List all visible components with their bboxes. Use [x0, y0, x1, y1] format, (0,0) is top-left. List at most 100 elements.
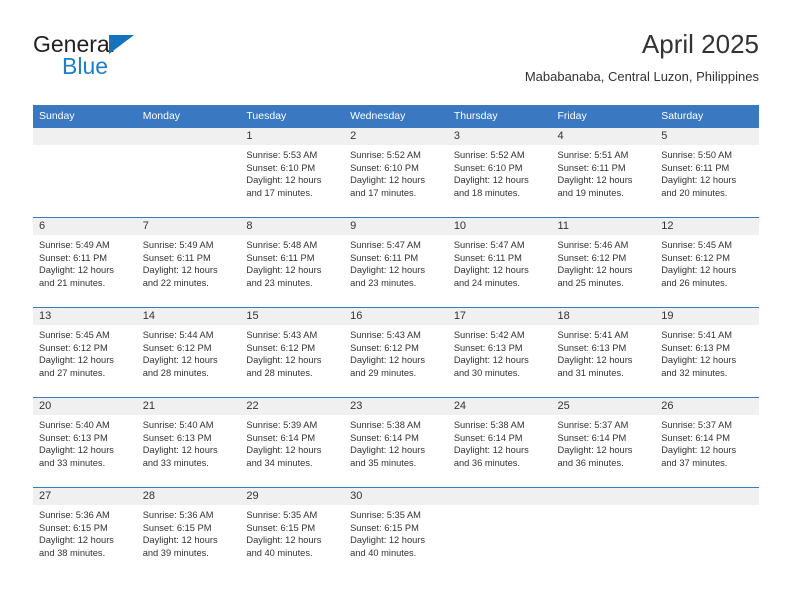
day-cell-inner: 11 Sunrise: 5:46 AM Sunset: 6:12 PM Dayligh…	[551, 218, 656, 307]
general-blue-logo[interactable]: General Blue	[33, 32, 253, 88]
calendar-day-cell[interactable]: 21 Sunrise: 5:40 AM Sunset: 6:13 PM Dayligh…	[136, 397, 241, 488]
day-info-line: Sunset: 6:13 PM	[39, 432, 108, 443]
calendar-empty-cell	[551, 487, 656, 577]
calendar-day-cell[interactable]: 11 Sunrise: 5:46 AM Sunset: 6:12 PM Dayligh…	[551, 217, 656, 308]
calendar-day-cell[interactable]: 1 Sunrise: 5:53 AM Sunset: 6:10 PM Daylight…	[240, 127, 345, 218]
calendar-day-cell[interactable]: 22 Sunrise: 5:39 AM Sunset: 6:14 PM Dayligh…	[240, 397, 345, 488]
day-cell-inner: 21 Sunrise: 5:40 AM Sunset: 6:13 PM Dayligh…	[136, 398, 241, 487]
day-info-line: Daylight: 12 hours	[246, 175, 322, 186]
day-sun-info: Sunrise: 5:36 AM Sunset: 6:15 PM Daylight:…	[33, 505, 137, 559]
day-info-line: Daylight: 12 hours	[142, 265, 218, 276]
calendar-day-cell[interactable]: 19 Sunrise: 5:41 AM Sunset: 6:13 PM Dayligh…	[655, 307, 759, 398]
day-info-line: and 22 minutes.	[142, 277, 209, 288]
day-sun-info: Sunrise: 5:43 AM Sunset: 6:12 PM Daylight:…	[344, 325, 448, 379]
day-info-line: and 28 minutes.	[142, 367, 209, 378]
day-info-line: and 20 minutes.	[661, 187, 728, 198]
day-number: 11	[551, 218, 656, 235]
day-info-line: and 36 minutes.	[453, 457, 520, 468]
calendar-day-cell[interactable]: 17 Sunrise: 5:42 AM Sunset: 6:13 PM Dayligh…	[447, 307, 552, 398]
day-info-line: Sunrise: 5:39 AM	[246, 420, 318, 430]
day-number: 30	[344, 488, 448, 505]
calendar-day-cell[interactable]: 30 Sunrise: 5:35 AM Sunset: 6:15 PM Dayligh…	[344, 487, 448, 577]
day-number: 10	[447, 218, 552, 235]
calendar-day-cell[interactable]: 23 Sunrise: 5:38 AM Sunset: 6:14 PM Dayligh…	[344, 397, 448, 488]
day-info-line: Sunrise: 5:40 AM	[39, 420, 110, 430]
day-info-line: and 19 minutes.	[557, 187, 624, 198]
day-info-line: and 25 minutes.	[557, 277, 624, 288]
calendar-day-cell[interactable]: 2 Sunrise: 5:52 AM Sunset: 6:10 PM Daylight…	[344, 127, 448, 218]
day-info-line: Sunset: 6:12 PM	[246, 342, 316, 353]
day-info-line: and 28 minutes.	[246, 367, 313, 378]
calendar-day-cell[interactable]: 20 Sunrise: 5:40 AM Sunset: 6:13 PM Dayligh…	[33, 397, 137, 488]
calendar-day-cell[interactable]: 9 Sunrise: 5:47 AM Sunset: 6:11 PM Daylight…	[344, 217, 448, 308]
calendar-day-cell[interactable]: 5 Sunrise: 5:50 AM Sunset: 6:11 PM Daylight…	[655, 127, 759, 218]
day-sun-info: Sunrise: 5:37 AM Sunset: 6:14 PM Daylight:…	[655, 415, 759, 469]
day-sun-info: Sunrise: 5:51 AM Sunset: 6:11 PM Daylight:…	[552, 145, 656, 199]
calendar-day-cell[interactable]: 27 Sunrise: 5:36 AM Sunset: 6:15 PM Dayligh…	[33, 487, 137, 577]
day-info-line: Sunset: 6:14 PM	[557, 432, 627, 443]
day-info-line: Sunrise: 5:43 AM	[246, 330, 318, 340]
calendar-day-cell[interactable]: 8 Sunrise: 5:48 AM Sunset: 6:11 PM Daylight…	[240, 217, 345, 308]
day-number	[33, 128, 137, 145]
day-info-line: Sunset: 6:12 PM	[661, 252, 730, 263]
calendar-day-cell[interactable]: 14 Sunrise: 5:44 AM Sunset: 6:12 PM Dayligh…	[136, 307, 241, 398]
day-number: 16	[344, 308, 448, 325]
day-info-line: Sunset: 6:11 PM	[39, 252, 108, 263]
day-number: 6	[33, 218, 137, 235]
day-info-line: and 33 minutes.	[39, 457, 106, 468]
calendar-day-cell[interactable]: 15 Sunrise: 5:43 AM Sunset: 6:12 PM Dayligh…	[240, 307, 345, 398]
day-sun-info	[655, 505, 759, 509]
calendar-day-cell[interactable]: 10 Sunrise: 5:47 AM Sunset: 6:11 PM Dayligh…	[447, 217, 552, 308]
day-info-line: and 23 minutes.	[350, 277, 417, 288]
calendar-day-cell[interactable]: 25 Sunrise: 5:37 AM Sunset: 6:14 PM Dayligh…	[551, 397, 656, 488]
calendar-day-cell[interactable]: 12 Sunrise: 5:45 AM Sunset: 6:12 PM Dayligh…	[655, 217, 759, 308]
day-info-line: Sunrise: 5:37 AM	[661, 420, 733, 430]
day-sun-info: Sunrise: 5:52 AM Sunset: 6:10 PM Daylight:…	[344, 145, 448, 199]
calendar-page: General Blue April 2025 Mababanaba, Cent…	[0, 0, 792, 612]
day-info-line: Sunset: 6:12 PM	[39, 342, 108, 353]
day-sun-info: Sunrise: 5:47 AM Sunset: 6:11 PM Daylight:…	[344, 235, 448, 289]
day-sun-info: Sunrise: 5:41 AM Sunset: 6:13 PM Daylight:…	[552, 325, 656, 379]
day-info-line: and 21 minutes.	[39, 277, 106, 288]
day-info-line: Daylight: 12 hours	[661, 355, 737, 366]
day-info-line: and 38 minutes.	[39, 547, 106, 558]
day-sun-info: Sunrise: 5:52 AM Sunset: 6:10 PM Daylight:…	[448, 145, 552, 199]
day-cell-inner: 1 Sunrise: 5:53 AM Sunset: 6:10 PM Daylight…	[240, 128, 345, 217]
day-number	[136, 128, 241, 145]
day-sun-info	[552, 505, 656, 509]
calendar-day-cell[interactable]: 6 Sunrise: 5:49 AM Sunset: 6:11 PM Daylight…	[33, 217, 137, 308]
calendar-day-cell[interactable]: 24 Sunrise: 5:38 AM Sunset: 6:14 PM Dayligh…	[447, 397, 552, 488]
calendar-day-cell[interactable]: 16 Sunrise: 5:43 AM Sunset: 6:12 PM Dayligh…	[344, 307, 448, 398]
calendar-day-cell[interactable]: 18 Sunrise: 5:41 AM Sunset: 6:13 PM Dayligh…	[551, 307, 656, 398]
day-number: 4	[551, 128, 656, 145]
day-info-line: Daylight: 12 hours	[350, 265, 426, 276]
calendar-day-cell[interactable]: 13 Sunrise: 5:45 AM Sunset: 6:12 PM Dayligh…	[33, 307, 137, 398]
day-cell-inner: 8 Sunrise: 5:48 AM Sunset: 6:11 PM Daylight…	[240, 218, 345, 307]
day-number: 1	[240, 128, 345, 145]
calendar-day-cell[interactable]: 4 Sunrise: 5:51 AM Sunset: 6:11 PM Daylight…	[551, 127, 656, 218]
day-cell-inner: 26 Sunrise: 5:37 AM Sunset: 6:14 PM Dayligh…	[655, 398, 759, 487]
day-cell-inner: 27 Sunrise: 5:36 AM Sunset: 6:15 PM Dayligh…	[33, 488, 137, 577]
day-number: 27	[33, 488, 137, 505]
calendar-day-cell[interactable]: 29 Sunrise: 5:35 AM Sunset: 6:15 PM Dayligh…	[240, 487, 345, 577]
day-info-line: Sunset: 6:15 PM	[350, 522, 419, 533]
day-info-line: Sunset: 6:11 PM	[246, 252, 315, 263]
day-info-line: Daylight: 12 hours	[246, 355, 322, 366]
day-number: 23	[344, 398, 448, 415]
calendar-day-cell[interactable]: 28 Sunrise: 5:36 AM Sunset: 6:15 PM Dayligh…	[136, 487, 241, 577]
weekday-header-wednesday: Wednesday	[344, 105, 448, 128]
day-number: 18	[551, 308, 656, 325]
day-info-line: Sunset: 6:13 PM	[557, 342, 627, 353]
day-info-line: Sunset: 6:11 PM	[142, 252, 211, 263]
calendar-day-cell[interactable]: 26 Sunrise: 5:37 AM Sunset: 6:14 PM Dayligh…	[655, 397, 759, 488]
day-info-line: Daylight: 12 hours	[142, 445, 218, 456]
day-info-line: Sunrise: 5:40 AM	[142, 420, 214, 430]
day-info-line: Daylight: 12 hours	[350, 535, 426, 546]
day-number: 29	[240, 488, 345, 505]
day-number: 25	[551, 398, 656, 415]
day-info-line: and 18 minutes.	[453, 187, 520, 198]
day-info-line: and 23 minutes.	[246, 277, 313, 288]
calendar-day-cell[interactable]: 3 Sunrise: 5:52 AM Sunset: 6:10 PM Daylight…	[447, 127, 552, 218]
calendar-empty-cell	[447, 487, 552, 577]
calendar-day-cell[interactable]: 7 Sunrise: 5:49 AM Sunset: 6:11 PM Daylight…	[136, 217, 241, 308]
